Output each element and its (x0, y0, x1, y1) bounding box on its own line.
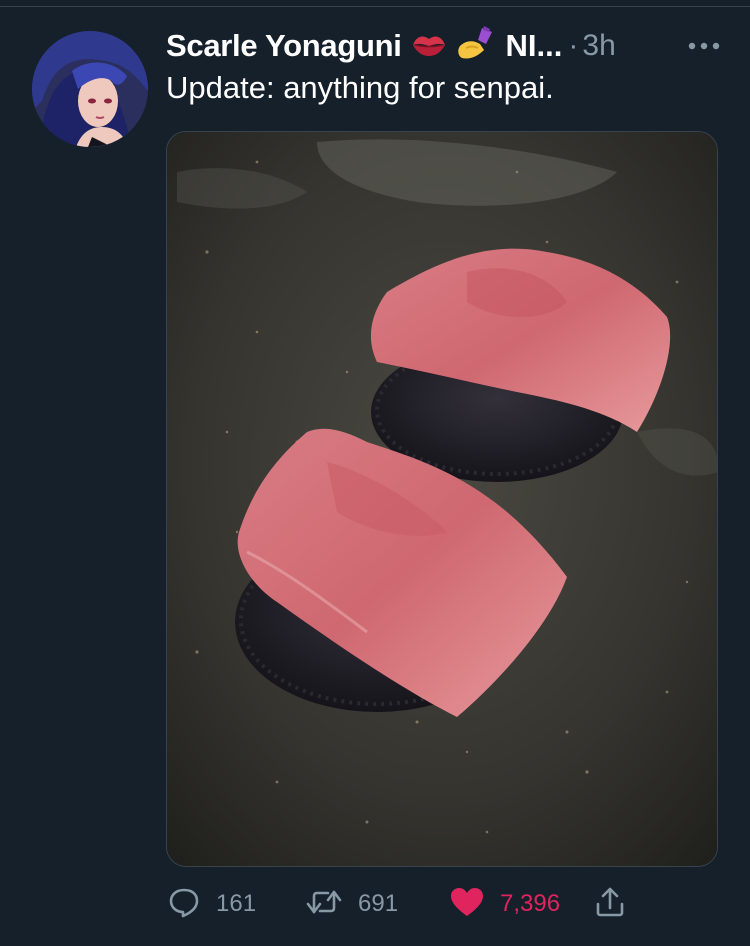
like-button[interactable]: 7,396 (448, 882, 560, 926)
like-count: 7,396 (500, 890, 561, 917)
nail-polish-emoji-icon (456, 25, 496, 67)
more-horizontal-icon[interactable] (684, 34, 724, 58)
tweet-header: Scarle Yonaguni NI... · 3h (166, 25, 726, 67)
share-button[interactable] (592, 882, 628, 926)
tweet[interactable]: Scarle Yonaguni NI... · 3h Update: anyth… (0, 0, 750, 946)
retweet-button[interactable]: 691 (304, 882, 398, 926)
retweet-count: 691 (358, 890, 399, 917)
heart-icon (448, 884, 486, 925)
tweet-actions: 161 691 7,396 (166, 882, 726, 926)
separator-dot: · (568, 29, 579, 62)
reply-button[interactable]: 161 (166, 882, 256, 926)
kiss-mark-emoji-icon (410, 29, 448, 64)
reply-count: 161 (216, 890, 257, 917)
tweet-timestamp[interactable]: 3h (582, 29, 615, 63)
author-name[interactable]: Scarle Yonaguni (166, 28, 402, 64)
tweet-text: Update: anything for senpai. (166, 70, 554, 105)
divider (0, 6, 750, 7)
reply-icon (166, 884, 202, 925)
author-name-suffix[interactable]: NI... (506, 28, 563, 64)
share-icon (592, 884, 628, 925)
avatar[interactable] (32, 31, 148, 147)
tweet-photo[interactable] (166, 131, 718, 867)
retweet-icon (304, 884, 344, 925)
